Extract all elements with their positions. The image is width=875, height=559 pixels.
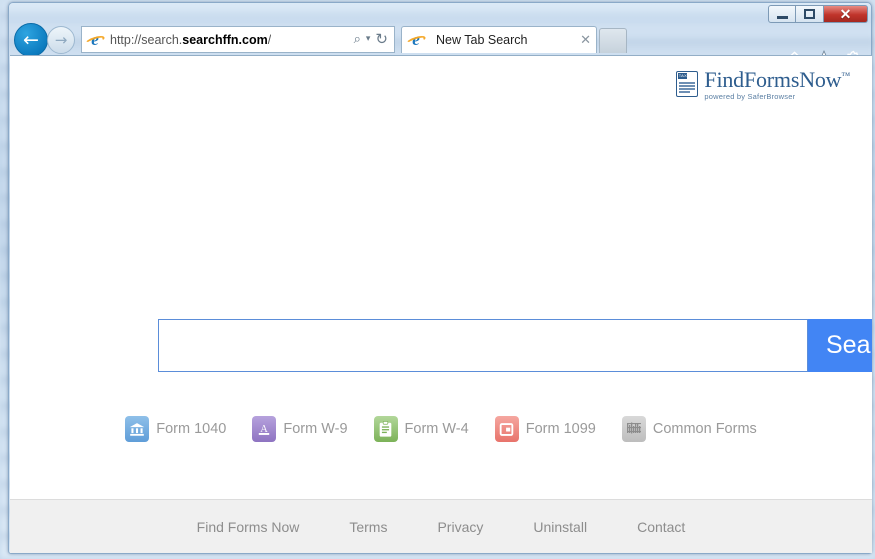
quick-link-label: Form 1099 [525,421,596,437]
footer-link-find-forms-now[interactable]: Find Forms Now [197,519,300,535]
footer-link-terms[interactable]: Terms [349,519,387,535]
close-icon: ✕ [839,6,852,22]
quick-link-label: Form W-9 [283,421,348,437]
tab-close-icon[interactable]: ✕ [580,33,591,48]
refresh-icon[interactable]: ↻ [375,32,388,47]
letter-a-icon: A [252,416,277,442]
tab-title: New Tab Search [436,33,528,47]
logo-text: FindFormsNow™ powered by SaferBrowser [704,69,850,101]
address-bar-url: http://search.searchffn.com/ [110,33,271,47]
url-prefix: http://search. [110,32,183,47]
url-domain: searchffn.com [182,32,268,47]
logo-name-text: FindFormsNow [704,67,842,92]
scribble-icon [621,416,646,442]
close-button[interactable]: ✕ [824,5,868,23]
bank-icon [125,416,150,442]
search-icon[interactable]: ⌕ [354,33,361,46]
page-footer: Find Forms Now Terms Privacy Uninstall C… [10,499,872,553]
window-controls: ✕ [768,5,868,23]
quick-links-row: Form 1040 A Form W-9 Form W-4 Form 1099 [10,416,872,442]
quick-link-label: Form W-4 [404,421,469,437]
address-bar-icons: ⌕ ▾ ↻ [354,32,390,47]
search-input[interactable] [158,319,808,372]
footer-link-contact[interactable]: Contact [637,519,685,535]
quick-link-label: Common Forms [652,421,757,437]
tab-new-tab-search[interactable]: e New Tab Search ✕ [401,26,597,53]
footer-link-uninstall[interactable]: Uninstall [533,519,587,535]
address-bar[interactable]: e http://search.searchffn.com/ ⌕ ▾ ↻ [81,26,395,53]
forward-arrow-icon: → [54,30,68,49]
quick-link-form-1099[interactable]: Form 1099 [494,416,596,442]
internet-explorer-icon: e [84,30,106,49]
browser-window: ✕ ← → e http://search.searchffn.com/ ⌕ ▾… [8,2,872,554]
logo-name: FindFormsNow™ [704,69,850,91]
new-tab-button[interactable] [599,28,627,53]
trademark-symbol: ™ [841,70,850,81]
minimize-button[interactable] [768,5,796,23]
navigation-bar: ← → e http://search.searchffn.com/ ⌕ ▾ ↻… [9,23,871,68]
page-content: TAX FindFormsNow™ powered by SaferBrowse… [10,55,872,553]
quick-link-form-w-9[interactable]: A Form W-9 [252,416,348,442]
tax-badge-label: TAX [678,73,688,79]
footer-link-privacy[interactable]: Privacy [437,519,483,535]
chevron-down-icon[interactable]: ▾ [366,33,371,46]
site-logo: TAX FindFormsNow™ powered by SaferBrowse… [676,69,850,101]
tab-favicon-icon: e [405,31,427,49]
back-arrow-icon: ← [23,28,39,51]
card-icon [494,416,519,442]
clipboard-icon [373,416,398,442]
minimize-icon [776,15,788,19]
search-button[interactable]: Search [808,319,872,372]
quick-link-common-forms[interactable]: Common Forms [621,416,757,442]
document-icon: TAX [676,71,699,97]
logo-tagline: powered by SaferBrowser [704,92,796,101]
search-row: Search [158,319,872,372]
quick-link-form-1040[interactable]: Form 1040 [125,416,226,442]
back-button[interactable]: ← [14,23,48,57]
restore-icon [804,9,815,19]
maximize-button[interactable] [796,5,824,23]
title-bar: ✕ [9,3,871,23]
forward-button[interactable]: → [47,26,75,54]
quick-link-label: Form 1040 [156,421,227,437]
url-suffix: / [267,32,272,47]
quick-link-form-w-4[interactable]: Form W-4 [373,416,469,442]
